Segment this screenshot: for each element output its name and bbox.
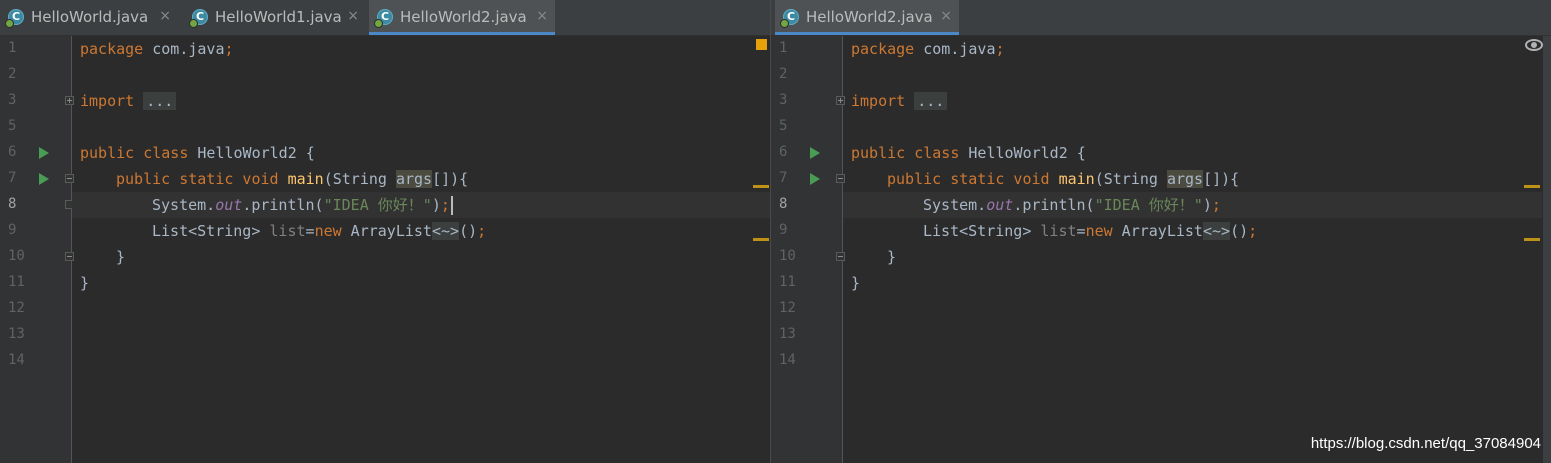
code-line: } [116,248,126,266]
tab-helloworld2[interactable]: HelloWorld2.java × [775,0,959,35]
left-tab-bar: HelloWorld.java × HelloWorld1.java × Hel… [0,0,770,36]
line-number: 1 [779,40,788,56]
code-line: public static void main(String args[]){ [887,170,1240,188]
fold-collapse-icon[interactable] [836,174,845,183]
line-number: 14 [779,352,796,368]
line-number: 3 [8,92,17,108]
line-number: 3 [779,92,788,108]
line-number: 2 [779,66,788,82]
line-number-gutter[interactable]: 1 2 3 5 6 7 8 9 10 11 12 13 14 [771,36,845,463]
close-icon[interactable]: × [159,8,171,24]
close-icon[interactable]: × [347,8,359,24]
fold-collapse-icon[interactable] [65,174,74,183]
line-number: 5 [8,118,17,134]
line-number: 7 [779,170,788,186]
line-number: 5 [779,118,788,134]
close-icon[interactable]: × [940,8,952,24]
right-tab-bar: HelloWorld2.java × [771,0,1551,36]
run-main-icon[interactable] [810,173,820,185]
code-line: package com.java; [80,40,234,58]
tab-label: HelloWorld2.java [400,8,527,26]
line-number: 8 [8,196,17,212]
java-class-icon [5,9,24,28]
line-number: 13 [8,326,25,342]
code-line: import ... [851,88,948,114]
line-number: 11 [779,274,796,290]
line-number: 6 [779,144,788,160]
code-line: System.out.println("IDEA 你好！"); [152,192,453,218]
line-number: 6 [8,144,17,160]
fold-collapse-icon[interactable] [836,252,845,261]
java-class-icon [780,9,799,28]
line-number: 7 [8,170,17,186]
line-number: 10 [8,248,25,264]
run-class-icon[interactable] [39,147,49,159]
line-number: 12 [8,300,25,316]
warning-indicator-icon[interactable] [756,39,767,50]
warning-marker[interactable] [1524,238,1540,241]
code-area[interactable]: package com.java; import ... public clas… [851,36,1551,463]
run-main-icon[interactable] [39,173,49,185]
code-line: } [851,274,861,292]
folded-imports[interactable]: ... [143,92,177,110]
code-line: } [80,274,90,292]
line-number: 14 [8,352,25,368]
java-class-icon [374,9,393,28]
code-line: public class HelloWorld2 { [851,144,1086,162]
left-editor-pane[interactable]: HelloWorld.java × HelloWorld1.java × Hel… [0,0,770,463]
line-number: 8 [779,196,788,212]
right-editor-pane[interactable]: HelloWorld2.java × 1 2 3 5 6 7 8 9 10 11… [771,0,1551,463]
warning-marker[interactable] [1524,185,1540,188]
text-caret [450,196,453,215]
close-icon[interactable]: × [536,8,548,24]
line-number: 1 [8,40,17,56]
line-number: 10 [779,248,796,264]
tab-label: HelloWorld2.java [806,8,933,26]
line-number: 11 [8,274,25,290]
warning-marker[interactable] [753,238,769,241]
tab-label: HelloWorld.java [31,8,149,26]
warning-marker[interactable] [753,185,769,188]
fold-expand-icon[interactable] [65,96,74,105]
fold-expand-icon[interactable] [836,96,845,105]
code-line: import ... [80,88,177,114]
line-number: 2 [8,66,17,82]
run-class-icon[interactable] [810,147,820,159]
code-line: public static void main(String args[]){ [116,170,469,188]
code-line: List<String> list=new ArrayList<~>(); [923,222,1258,240]
tab-label: HelloWorld1.java [215,8,342,26]
code-line: } [887,248,897,266]
eye-icon[interactable] [1525,39,1543,51]
line-number: 9 [8,222,17,238]
watermark-url: https://blog.csdn.net/qq_37084904 [1310,435,1541,452]
code-line: public class HelloWorld2 { [80,144,315,162]
tab-helloworld[interactable]: HelloWorld.java × [0,0,178,35]
right-tool-strip[interactable] [1543,36,1551,463]
folded-imports[interactable]: ... [914,92,948,110]
code-line: package com.java; [851,40,1005,58]
line-number-gutter[interactable]: 1 2 3 5 6 7 8 9 10 11 12 13 14 [0,36,74,463]
code-line: List<String> list=new ArrayList<~>(); [152,222,487,240]
line-number: 9 [779,222,788,238]
tab-helloworld2[interactable]: HelloWorld2.java × [369,0,555,35]
code-line: System.out.println("IDEA 你好！"); [923,196,1221,214]
java-class-icon [189,9,208,28]
code-area[interactable]: package com.java; import ... public clas… [80,36,770,463]
tab-helloworld1[interactable]: HelloWorld1.java × [184,0,366,35]
line-number: 13 [779,326,796,342]
fold-collapse-icon[interactable] [65,252,74,261]
line-number: 12 [779,300,796,316]
